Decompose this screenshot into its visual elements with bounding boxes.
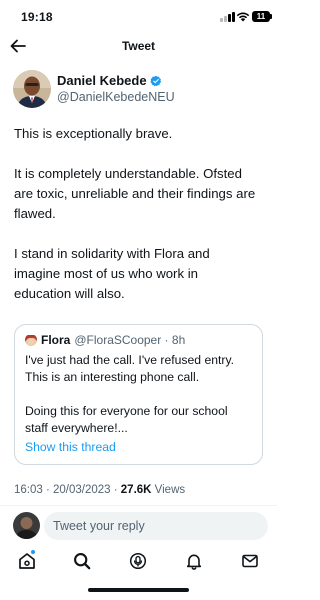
home-indicator [88,588,189,592]
show-thread-link[interactable]: Show this thread [25,440,116,454]
quoted-author-name: Flora [41,333,71,347]
cellular-signal-icon [220,12,236,22]
page-title: Tweet [121,39,156,53]
tweet-paragraph: It is completely understandable. Ofsted … [14,164,269,224]
status-time: 19:18 [21,10,53,24]
author-avatar[interactable] [13,70,51,108]
reply-input[interactable]: Tweet your reply [44,512,268,540]
quoted-tweet[interactable]: Flora @FloraSCooper · 8h I've just had t… [14,324,263,465]
notifications-bell-icon[interactable] [184,551,204,571]
messages-envelope-icon[interactable] [240,551,260,571]
divider [0,505,277,506]
quoted-line: I've just had the call. I've refused ent… [25,353,235,367]
tweet-line: flawed. [14,206,56,221]
tweet-line: It is completely understandable. Ofsted [14,166,242,181]
author-name-row: Daniel Kebede [57,73,162,88]
author-handle: @DanielKebedeNEU [57,90,175,104]
views-label: Views [151,484,186,496]
status-bar: 19:18 11 [0,0,277,34]
home-icon[interactable] [17,551,37,571]
quoted-author-handle: @FloraSCooper · 8h [74,333,186,347]
quoted-tweet-text: I've just had the call. I've refused ent… [25,352,260,437]
verified-badge-icon [149,75,161,86]
tweet-timestamp: 16:03 · 20/03/2023 · [14,484,121,496]
tweet-header: Tweet [0,34,277,60]
tweet-paragraph: This is exceptionally brave. [14,126,173,141]
views-count[interactable]: 27.6K [121,484,152,496]
search-icon[interactable] [72,551,92,571]
quoted-line: Doing this for everyone for our school [25,404,228,418]
quoted-tweet-header: Flora @FloraSCooper · 8h [25,333,185,347]
author-name[interactable]: Daniel Kebede [57,73,147,88]
tweet-author: Daniel Kebede @DanielKebedeNEU [13,70,264,110]
quoted-line: This is an interesting phone call. [25,370,200,384]
notification-dot [31,550,35,554]
battery-icon: 11 [252,11,272,22]
spaces-icon[interactable] [128,551,148,571]
quoted-author-avatar [25,334,37,346]
tweet-line: education will also. [14,286,125,301]
tweet-text: This is exceptionally brave. It is compl… [14,124,269,304]
tweet-line: imagine most of us who work in [14,266,198,281]
wifi-icon [236,12,250,22]
user-avatar[interactable] [13,512,40,539]
tweet-line: are toxic, unreliable and their findings… [14,186,256,201]
bottom-nav [0,548,277,574]
tweet-meta: 16:03 · 20/03/2023 · 27.6K Views [14,484,185,496]
tweet-paragraph: I stand in solidarity with Flora and ima… [14,244,269,304]
tweet-line: I stand in solidarity with Flora and [14,246,210,261]
quoted-line: staff everywhere!... [25,421,128,435]
